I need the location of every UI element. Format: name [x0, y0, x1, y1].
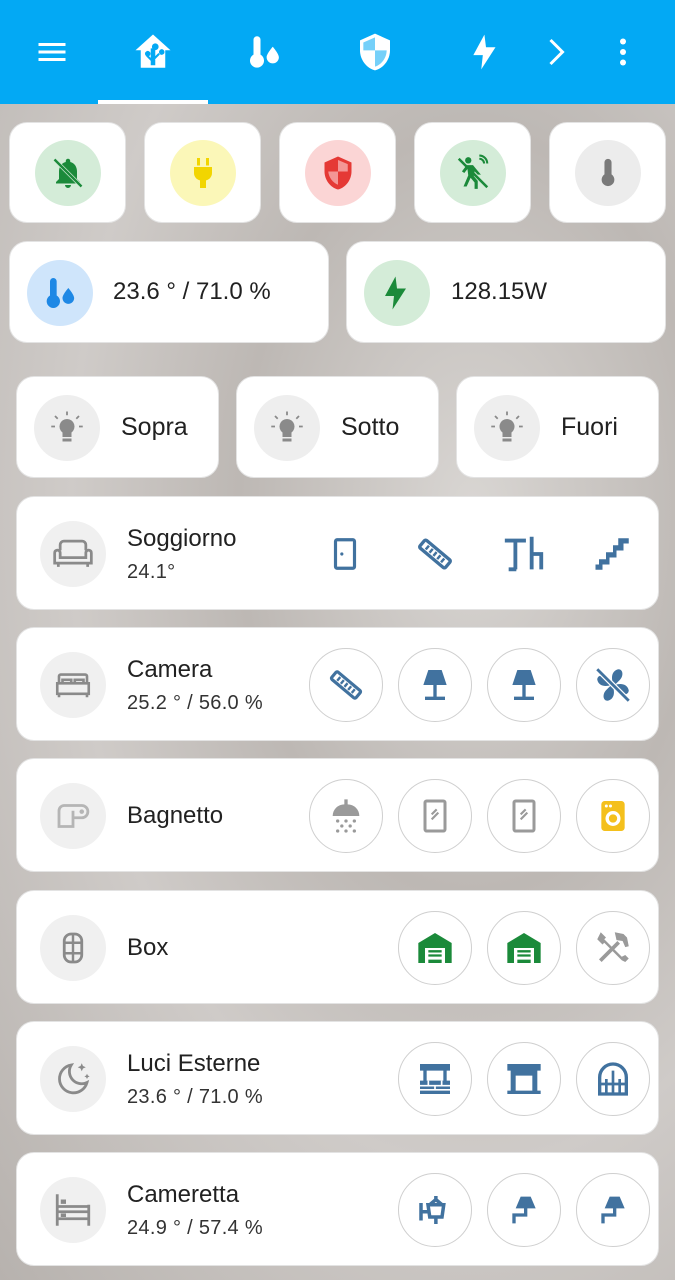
chip-motion[interactable]	[414, 122, 531, 223]
menu-icon[interactable]	[22, 22, 82, 82]
outdoor-lamp-icon	[40, 915, 106, 981]
bell-off-icon	[35, 140, 101, 206]
fan-off-icon[interactable]	[576, 648, 650, 722]
room-card-bagnetto[interactable]: Bagnetto	[16, 758, 659, 872]
garage-icon[interactable]	[398, 911, 472, 985]
lamp-icon[interactable]	[487, 648, 561, 722]
lightbulb-icon	[254, 395, 320, 461]
wall-sconce-icon[interactable]	[576, 1173, 650, 1247]
toilet-paper-icon	[40, 783, 106, 849]
lamp-icon[interactable]	[398, 648, 472, 722]
power-card[interactable]: 128.15W	[346, 241, 666, 343]
chevron-right-icon[interactable]	[525, 22, 585, 82]
room-name: Box	[127, 934, 169, 961]
garage-icon[interactable]	[487, 911, 561, 985]
table-chair-icon[interactable]	[494, 524, 554, 584]
light-group-fuori[interactable]: Fuori	[456, 376, 659, 478]
room-name: Bagnetto	[127, 802, 224, 829]
lightbulb-icon	[34, 395, 100, 461]
room-name: Luci Esterne	[127, 1050, 261, 1077]
room-card-camera[interactable]: Camera 25.2 ° / 56.0 %	[16, 627, 659, 741]
moon-stars-icon	[40, 1046, 106, 1112]
window-closed-icon[interactable]	[487, 779, 561, 853]
wall-sconce-icon[interactable]	[487, 1173, 561, 1247]
window-sensor-icon[interactable]	[309, 648, 383, 722]
lightning-icon[interactable]	[456, 22, 516, 82]
chip-temperature[interactable]	[549, 122, 666, 223]
plug-icon	[170, 140, 236, 206]
light-group-sopra[interactable]: Sopra	[16, 376, 219, 478]
fireplace-icon[interactable]	[487, 1042, 561, 1116]
light-group-label: Sotto	[341, 413, 400, 441]
chip-plug[interactable]	[144, 122, 261, 223]
thermometer-water-icon[interactable]	[234, 22, 294, 82]
shield-icon[interactable]	[345, 22, 405, 82]
room-card-luci-esterne[interactable]: Luci Esterne 23.6 ° / 71.0 %	[16, 1021, 659, 1135]
chip-notifications[interactable]	[9, 122, 126, 223]
top-app-bar	[0, 0, 675, 104]
door-icon[interactable]	[315, 524, 375, 584]
room-card-cameretta[interactable]: Cameretta 24.9 ° / 57.4 %	[16, 1152, 659, 1266]
room-name: Cameretta	[127, 1181, 240, 1208]
room-climate: 24.9 ° / 57.4 %	[127, 1217, 263, 1239]
stairs-icon[interactable]	[583, 524, 643, 584]
well-icon[interactable]	[398, 1042, 472, 1116]
room-card-box[interactable]: Box	[16, 890, 659, 1004]
room-climate: 24.1°	[127, 561, 176, 583]
shield-icon	[305, 140, 371, 206]
bunk-bed-icon	[40, 1177, 106, 1243]
climate-card[interactable]: 23.6 ° / 71.0 %	[9, 241, 329, 343]
thermometer-water-icon	[27, 260, 93, 326]
window-closed-icon[interactable]	[398, 779, 472, 853]
wall-lantern-icon[interactable]	[398, 1173, 472, 1247]
room-climate: 25.2 ° / 56.0 %	[127, 692, 263, 714]
room-climate: 23.6 ° / 71.0 %	[127, 1086, 263, 1108]
gate-arch-icon[interactable]	[576, 1042, 650, 1116]
washing-machine-icon[interactable]	[576, 779, 650, 853]
home-icon[interactable]	[123, 22, 183, 82]
window-sensor-icon[interactable]	[405, 524, 465, 584]
thermometer-icon	[575, 140, 641, 206]
light-group-label: Sopra	[121, 413, 188, 441]
lightning-icon	[364, 260, 430, 326]
shower-icon[interactable]	[309, 779, 383, 853]
sofa-icon	[40, 521, 106, 587]
bed-icon	[40, 652, 106, 718]
power-value: 128.15W	[451, 278, 548, 305]
climate-value: 23.6 ° / 71.0 %	[113, 278, 271, 305]
active-tab-indicator	[98, 100, 208, 104]
more-vertical-icon[interactable]	[593, 22, 653, 82]
lightbulb-icon	[474, 395, 540, 461]
room-name: Soggiorno	[127, 525, 237, 552]
room-card-soggiorno[interactable]: Soggiorno 24.1°	[16, 496, 659, 610]
light-group-label: Fuori	[561, 413, 618, 441]
room-name: Camera	[127, 656, 213, 683]
motion-sensor-icon	[440, 140, 506, 206]
chip-alarm[interactable]	[279, 122, 396, 223]
light-group-sotto[interactable]: Sotto	[236, 376, 439, 478]
tools-icon[interactable]	[576, 911, 650, 985]
